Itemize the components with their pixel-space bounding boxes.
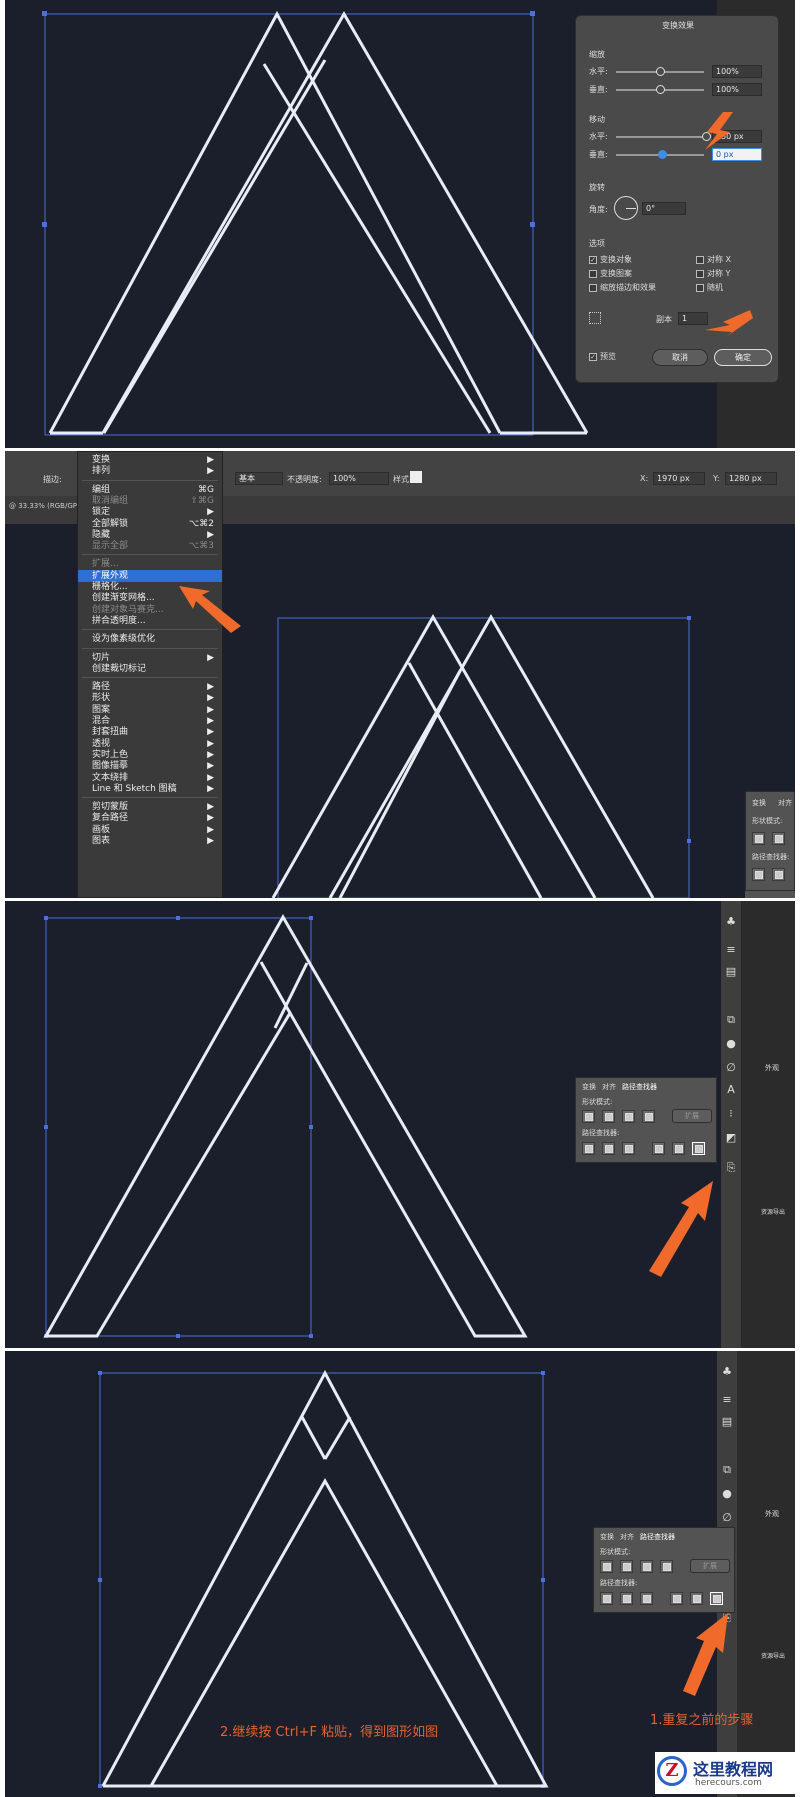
- screen-pathfinder: ♣ ≡ ▤ ⧉ ● ∅ A ⁝ ◩ ⎘ 外观 资源导出 变换 对齐 路径查找器 …: [5, 901, 795, 1348]
- annotation-paste: 2.继续按 Ctrl+F 粘贴，得到图形如图: [220, 1725, 439, 1740]
- screen-object-menu: 描边: 基本 不透明度: 100% 样式: X: 1970 px Y: 1280…: [5, 451, 795, 898]
- watermark-cn: 这里教程网: [693, 1760, 774, 1779]
- arrows-screen1: [705, 112, 753, 337]
- arrow-icon: [683, 1613, 728, 1696]
- arrows-screen2: [179, 586, 241, 633]
- watermark-url: herecours.com: [695, 1778, 762, 1788]
- screen-transform-effect: 变换效果 缩放 水平: 100% 垂直: 100% 移动 水平: 250 px …: [5, 0, 795, 448]
- logo-icon: Z: [657, 1756, 687, 1786]
- arrow-icon: [179, 586, 241, 633]
- screen-paste-result: ♣ ≡ ▤ ⧉ ● ∅ A ⁝ ◩ ⎘ 外观 资源导出 变换 对齐 路径查找器 …: [5, 1351, 795, 1797]
- annotation-repeat: 1.重复之前的步骤: [650, 1713, 754, 1728]
- arrow-icon: [649, 1181, 713, 1277]
- arrows-screen3: [649, 1181, 713, 1277]
- arrow-icon: [705, 112, 733, 150]
- arrow-icon: [705, 310, 753, 337]
- watermark-logo: Z 这里教程网 herecours.com: [655, 1752, 795, 1794]
